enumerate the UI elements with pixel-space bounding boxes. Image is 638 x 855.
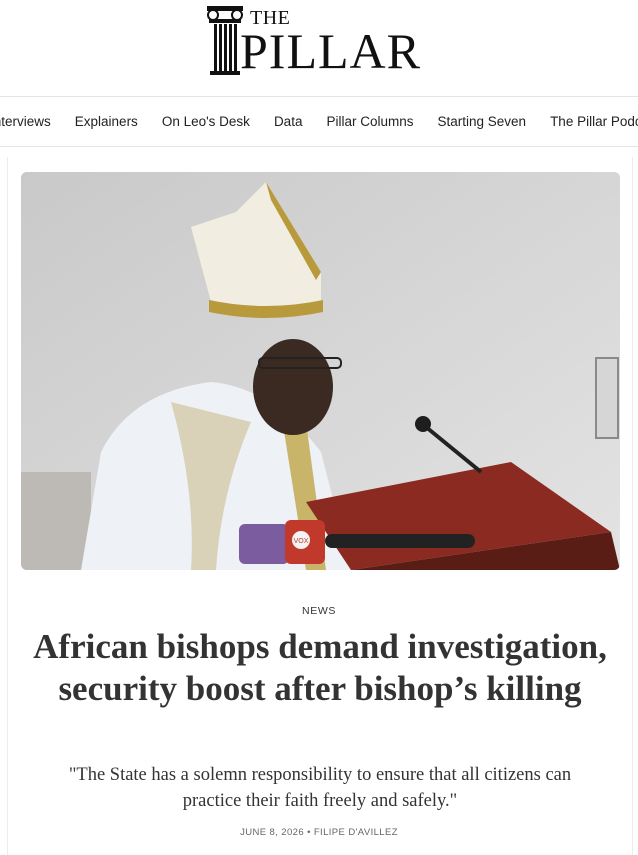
- site-logo[interactable]: THE PILLAR: [205, 2, 445, 80]
- article-category[interactable]: NEWS: [0, 605, 638, 617]
- article-dek: "The State has a solemn responsibility t…: [68, 765, 572, 811]
- byline-separator: •: [307, 827, 311, 838]
- pillar-column-icon: [207, 6, 243, 75]
- mic-flag-logo: VOX: [294, 538, 309, 545]
- main-nav: Interviews Explainers On Leo's Desk Data…: [0, 97, 638, 146]
- nav-item-the-pillar-podcast[interactable]: The Pillar Podcast: [550, 97, 638, 146]
- nav-item-pillar-columns[interactable]: Pillar Columns: [326, 97, 413, 146]
- nav-item-starting-seven[interactable]: Starting Seven: [438, 97, 527, 146]
- nav-item-data[interactable]: Data: [274, 97, 303, 146]
- logo-pillar-text: PILLAR: [240, 23, 421, 79]
- article-headline[interactable]: African bishops demand investigation, se…: [30, 626, 610, 710]
- nav-item-interviews[interactable]: Interviews: [0, 97, 51, 146]
- article-author[interactable]: FILIPE D'AVILLEZ: [314, 827, 398, 838]
- masthead: THE PILLAR: [0, 0, 638, 96]
- article-hero-image[interactable]: VOX: [21, 172, 620, 570]
- nav-item-explainers[interactable]: Explainers: [75, 97, 138, 146]
- nav-item-on-leos-desk[interactable]: On Leo's Desk: [162, 97, 250, 146]
- hero-illustration: VOX: [21, 172, 620, 570]
- nav-bottom-divider: [0, 146, 638, 147]
- article-date: JUNE 8, 2026: [240, 827, 305, 838]
- article-byline: JUNE 8, 2026 • FILIPE D'AVILLEZ: [0, 827, 638, 838]
